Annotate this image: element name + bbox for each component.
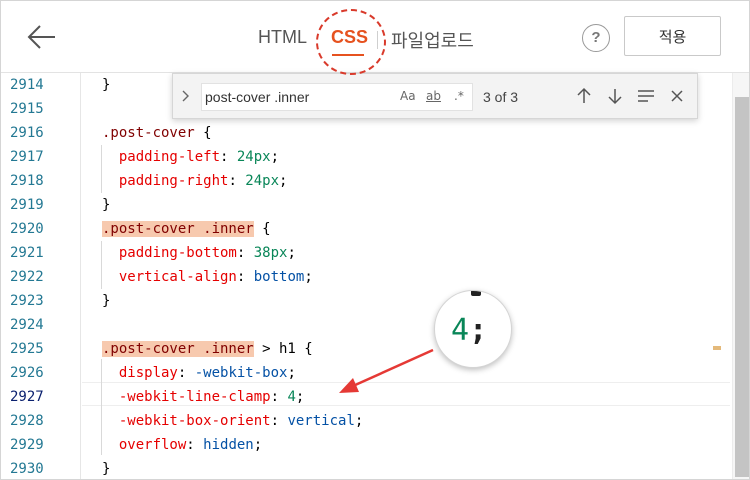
css-value: 4 (287, 389, 296, 405)
line-number: 2924 (10, 317, 44, 333)
line-number: 2923 (10, 293, 44, 309)
line-number: 2915 (10, 101, 44, 117)
previous-match-button[interactable] (573, 85, 595, 107)
line-number-gutter: 2914 2915 2916 2917 2918 2919 2920 2921 … (1, 73, 81, 479)
back-button[interactable] (25, 21, 59, 55)
css-property: padding-bottom (118, 245, 237, 261)
code-line: } (102, 197, 111, 213)
css-property: vertical-align (118, 269, 237, 285)
close-icon (671, 90, 683, 102)
whole-word-toggle[interactable]: ab (426, 89, 441, 103)
code-line: } (102, 77, 111, 93)
css-selector: .post-cover (102, 125, 195, 141)
line-number: 2919 (10, 197, 44, 213)
code-line: vertical-align: bottom; (118, 269, 313, 285)
code-line: padding-right: 24px; (118, 173, 288, 189)
code-text-area[interactable]: } .post-cover { padding-left: 24px; padd… (82, 73, 730, 479)
css-value: -webkit-box (194, 365, 288, 381)
line-number: 2926 (10, 365, 44, 381)
arrow-up-icon (577, 87, 591, 103)
tab-html[interactable]: HTML (258, 27, 307, 48)
css-property: -webkit-box-orient (118, 413, 271, 429)
line-number: 2929 (10, 437, 44, 453)
search-match: .post-cover .inner (102, 221, 254, 237)
editor-header: HTML CSS 파일업로드 ? 적용 (1, 1, 749, 73)
code-line: .post-cover .inner > h1 { (102, 341, 313, 357)
line-number: 2917 (10, 149, 44, 165)
css-property: display (118, 365, 178, 381)
tab-divider (377, 31, 378, 49)
code-line: display: -webkit-box; (118, 365, 296, 381)
css-value: 24px (236, 149, 271, 165)
code-line: padding-bottom: 38px; (118, 245, 296, 261)
line-number: 2930 (10, 461, 44, 477)
code-line: overflow: hidden; (118, 437, 263, 453)
find-in-selection-icon (638, 90, 654, 102)
code-line: .post-cover { (102, 125, 212, 141)
css-property: overflow (118, 437, 187, 453)
match-case-toggle[interactable]: Aa (400, 89, 416, 103)
css-editor-window: HTML CSS 파일업로드 ? 적용 2914 2915 2916 2917 … (0, 0, 750, 480)
overview-ruler-match-marker (713, 346, 721, 350)
next-match-button[interactable] (604, 85, 626, 107)
css-property: padding-left (118, 149, 221, 165)
toggle-replace-button[interactable] (181, 88, 195, 106)
css-value: vertical (287, 413, 355, 429)
back-arrow-icon (27, 25, 55, 49)
find-widget: Aa ab .* 3 of 3 (172, 73, 698, 119)
line-number: 2928 (10, 413, 44, 429)
code-line: } (102, 461, 111, 477)
line-number: 2921 (10, 245, 44, 261)
code-line-active: -webkit-line-clamp: 4; (118, 389, 305, 405)
css-value: hidden (203, 437, 254, 453)
code-line: .post-cover .inner { (102, 221, 271, 237)
magnified-glyph-fragment (471, 291, 481, 296)
tab-css[interactable]: CSS (331, 27, 368, 48)
css-value: 38px (253, 245, 288, 261)
magnified-semicolon: ; (469, 313, 488, 348)
line-number: 2922 (10, 269, 44, 285)
magnified-value-callout: 4; (434, 290, 512, 368)
arrow-down-icon (608, 89, 622, 105)
css-property: padding-right (118, 173, 229, 189)
line-number: 2914 (10, 77, 44, 93)
vertical-scrollbar[interactable] (732, 73, 749, 479)
css-property: -webkit-line-clamp (118, 389, 271, 405)
code-line: padding-left: 24px; (118, 149, 280, 165)
css-value: 24px (245, 173, 280, 189)
find-input-box: Aa ab .* (201, 83, 473, 111)
line-number: 2918 (10, 173, 44, 189)
code-editor[interactable]: 2914 2915 2916 2917 2918 2919 2920 2921 … (1, 73, 749, 479)
close-find-button[interactable] (666, 85, 688, 107)
line-number-active: 2927 (10, 389, 44, 405)
magnified-digit: 4 (451, 313, 470, 348)
find-in-selection-button[interactable] (635, 85, 657, 107)
search-match: .post-cover .inner (102, 341, 254, 357)
line-number: 2916 (10, 125, 44, 141)
code-line: -webkit-box-orient: vertical; (118, 413, 364, 429)
regex-toggle[interactable]: .* (454, 89, 464, 103)
find-input[interactable] (205, 87, 395, 107)
help-icon: ? (591, 29, 601, 46)
code-line: } (102, 293, 111, 309)
chevron-right-icon (182, 90, 189, 102)
css-value: bottom (253, 269, 305, 285)
match-count: 3 of 3 (483, 89, 519, 105)
apply-button[interactable]: 적용 (624, 16, 721, 56)
line-number: 2920 (10, 221, 44, 237)
help-button[interactable]: ? (582, 24, 610, 52)
active-tab-underline (332, 54, 364, 56)
line-number: 2925 (10, 341, 44, 357)
tab-file-upload[interactable]: 파일업로드 (391, 27, 474, 53)
scrollbar-thumb[interactable] (735, 97, 749, 477)
